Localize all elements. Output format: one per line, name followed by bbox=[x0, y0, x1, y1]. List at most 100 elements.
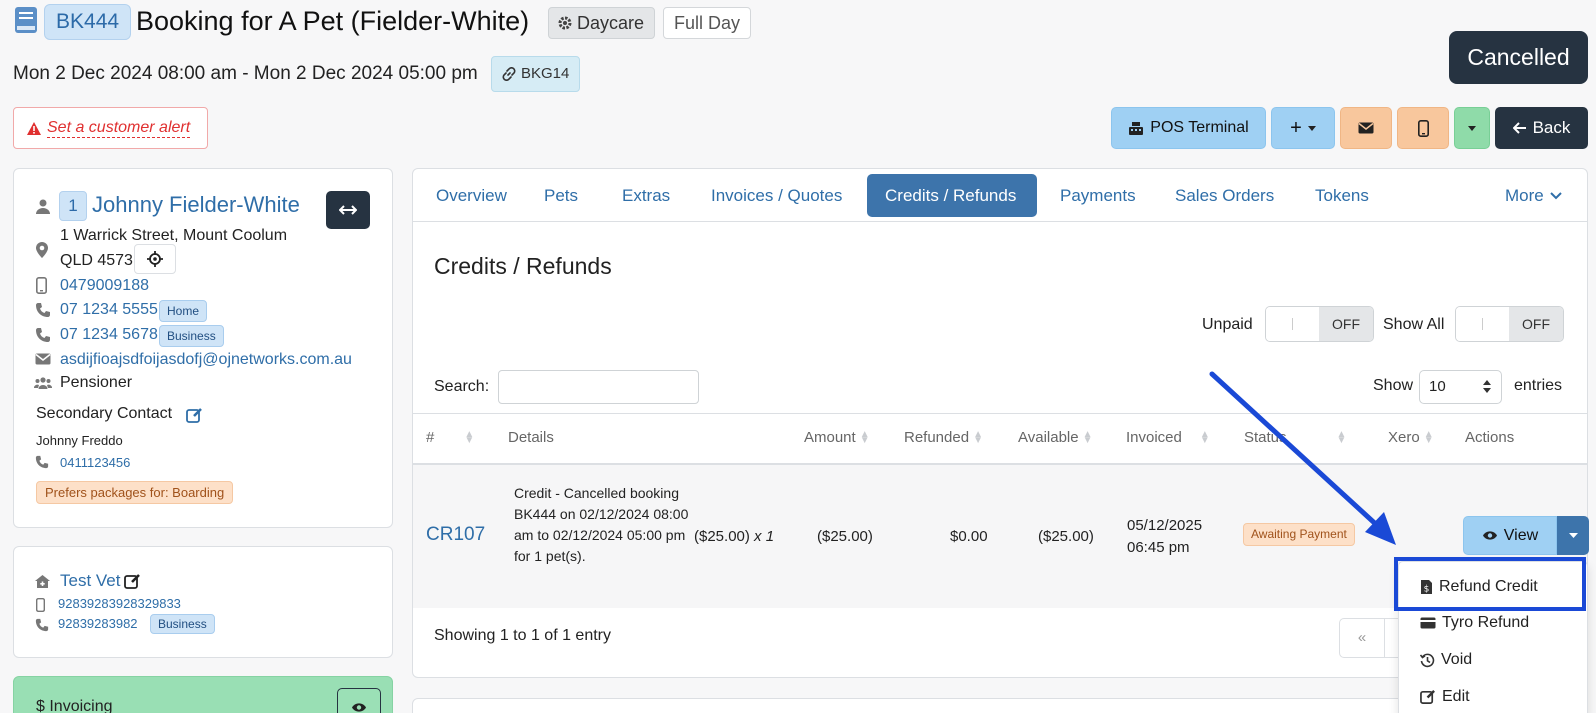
gear-icon bbox=[557, 15, 573, 31]
menu-item-label: Tyro Refund bbox=[1442, 614, 1530, 631]
credit-id-link[interactable]: CR107 bbox=[426, 524, 485, 546]
section-title: Credits / Refunds bbox=[434, 253, 612, 279]
caret-down-icon bbox=[1568, 533, 1578, 538]
user-icon bbox=[35, 198, 53, 216]
col-amount[interactable]: Amount ▲ ▼ bbox=[804, 429, 870, 446]
col-available[interactable]: Available ▲ ▼ bbox=[1018, 429, 1093, 446]
set-customer-alert-button[interactable]: Set a customer alert bbox=[13, 107, 208, 149]
col-invoiced[interactable]: Invoiced ▲ ▼ bbox=[1126, 429, 1210, 446]
col-number[interactable]: # ▲ ▼ bbox=[426, 429, 474, 446]
quantity-value: x 1 bbox=[754, 528, 775, 545]
more-actions-dropdown[interactable] bbox=[1454, 107, 1490, 149]
credit-amount: ($25.00) bbox=[817, 528, 873, 545]
table-header-top-border bbox=[413, 413, 1587, 414]
envelope-icon bbox=[1358, 122, 1374, 134]
col-details: Details bbox=[508, 429, 554, 446]
col-invoiced-label: Invoiced bbox=[1126, 429, 1182, 446]
secondary-phone-link[interactable]: 0411123456 bbox=[60, 455, 130, 470]
tab-sales-orders[interactable]: Sales Orders bbox=[1157, 174, 1292, 217]
col-available-label: Available bbox=[1018, 429, 1079, 446]
entries-select[interactable]: 10 bbox=[1419, 370, 1502, 404]
secondary-contact-heading: Secondary Contact bbox=[36, 405, 173, 422]
view-credit-button[interactable]: View bbox=[1463, 516, 1557, 555]
add-label: + bbox=[1290, 116, 1302, 139]
search-label: Search: bbox=[434, 378, 490, 395]
vet-mobile-link[interactable]: 92839283928329833 bbox=[58, 596, 181, 611]
pagination-prev[interactable]: « bbox=[1340, 619, 1385, 657]
mobile-phone-icon bbox=[1417, 119, 1429, 137]
unpaid-toggle[interactable]: OFF bbox=[1265, 306, 1374, 342]
col-refunded[interactable]: Refunded ▲ ▼ bbox=[904, 429, 983, 446]
caret-down-icon bbox=[1468, 125, 1476, 131]
tab-invoices-quotes[interactable]: Invoices / Quotes bbox=[693, 174, 860, 217]
credit-actions-dropdown-toggle[interactable] bbox=[1557, 516, 1589, 555]
phone-icon bbox=[35, 327, 53, 345]
eye-icon bbox=[1482, 530, 1498, 541]
back-button[interactable]: Back bbox=[1495, 107, 1588, 149]
menu-item-edit[interactable]: Edit bbox=[1420, 688, 1470, 706]
search-input[interactable] bbox=[498, 370, 699, 404]
tab-extras[interactable]: Extras bbox=[604, 174, 688, 217]
invoiced-date: 05/12/2025 bbox=[1127, 517, 1203, 534]
toggle-off-label: OFF bbox=[1319, 307, 1373, 341]
show-all-toggle[interactable]: OFF bbox=[1455, 306, 1564, 342]
customer-name-link[interactable]: Johnny Fielder-White bbox=[92, 192, 300, 218]
col-refunded-label: Refunded bbox=[904, 429, 970, 446]
toggle-invoicing-button[interactable] bbox=[337, 688, 381, 713]
customer-email-link[interactable]: asdijfioajsdfoijasdofj@ojnetworks.com.au bbox=[60, 351, 352, 369]
arrow-left-icon bbox=[1512, 122, 1527, 134]
booking-book-icon bbox=[14, 6, 38, 34]
email-button[interactable] bbox=[1340, 107, 1392, 149]
add-menu-button[interactable]: + bbox=[1271, 107, 1335, 149]
pos-terminal-button[interactable]: POS Terminal bbox=[1111, 107, 1266, 149]
pos-terminal-label: POS Terminal bbox=[1150, 119, 1249, 136]
edit-icon bbox=[1420, 689, 1436, 705]
credit-refunded: $0.00 bbox=[950, 528, 988, 545]
credit-card-icon bbox=[1420, 617, 1436, 629]
show-all-label: Show All bbox=[1383, 316, 1445, 333]
toggle-off-label: OFF bbox=[1509, 307, 1563, 341]
service-badge: Daycare bbox=[548, 7, 656, 39]
tab-payments[interactable]: Payments bbox=[1042, 174, 1154, 217]
sort-icon: ▲ ▼ bbox=[1423, 428, 1434, 446]
crosshairs-icon bbox=[147, 251, 163, 267]
tab-more[interactable]: More bbox=[1487, 174, 1580, 217]
edit-icon[interactable] bbox=[186, 407, 204, 425]
invoicing-label: Invoicing bbox=[49, 698, 113, 713]
unpaid-label: Unpaid bbox=[1202, 316, 1253, 333]
linked-booking-badge[interactable]: BKG14 bbox=[491, 56, 581, 92]
locate-address-button[interactable] bbox=[134, 244, 176, 274]
phone-icon bbox=[35, 455, 53, 473]
vet-business-tag: Business bbox=[150, 614, 215, 634]
customer-number-badge: 1 bbox=[59, 191, 87, 221]
tab-tokens[interactable]: Tokens bbox=[1297, 174, 1387, 217]
credit-unit-price: ($25.00) x 1 bbox=[694, 528, 774, 545]
edit-icon[interactable] bbox=[124, 573, 142, 591]
link-icon bbox=[502, 67, 516, 81]
vet-name-link[interactable]: Test Vet bbox=[60, 571, 120, 591]
booking-dates: Mon 2 Dec 2024 08:00 am - Mon 2 Dec 2024… bbox=[13, 63, 478, 84]
tab-pets[interactable]: Pets bbox=[526, 174, 596, 217]
swap-customer-button[interactable] bbox=[326, 191, 370, 229]
sort-icon: ▲ ▼ bbox=[973, 428, 983, 446]
view-label: View bbox=[1503, 526, 1539, 544]
entries-value: 10 bbox=[1429, 378, 1446, 395]
toggle-knob bbox=[1456, 307, 1510, 341]
vet-phone-link[interactable]: 92839283982 bbox=[58, 616, 138, 631]
tab-credits-refunds[interactable]: Credits / Refunds bbox=[867, 174, 1037, 217]
concession-type: Pensioner bbox=[60, 374, 133, 391]
booking-id-badge: BK444 bbox=[44, 4, 132, 40]
sort-icon: ▲ ▼ bbox=[859, 428, 870, 446]
customer-business-phone-link[interactable]: 07 1234 5678 bbox=[60, 326, 158, 344]
sms-button[interactable] bbox=[1397, 107, 1449, 149]
menu-item-void[interactable]: Void bbox=[1420, 651, 1472, 669]
tab-overview[interactable]: Overview bbox=[418, 174, 525, 217]
customer-mobile-link[interactable]: 0479009188 bbox=[60, 277, 149, 295]
select-arrows-icon bbox=[1483, 380, 1491, 393]
chevron-down-icon bbox=[1550, 191, 1562, 200]
length-badge: Full Day bbox=[663, 7, 752, 39]
menu-item-tyro-refund[interactable]: Tyro Refund bbox=[1420, 614, 1529, 632]
menu-item-label: Edit bbox=[1442, 688, 1470, 705]
customer-home-phone-link[interactable]: 07 1234 5555 bbox=[60, 301, 158, 319]
entries-label: entries bbox=[1514, 377, 1563, 394]
